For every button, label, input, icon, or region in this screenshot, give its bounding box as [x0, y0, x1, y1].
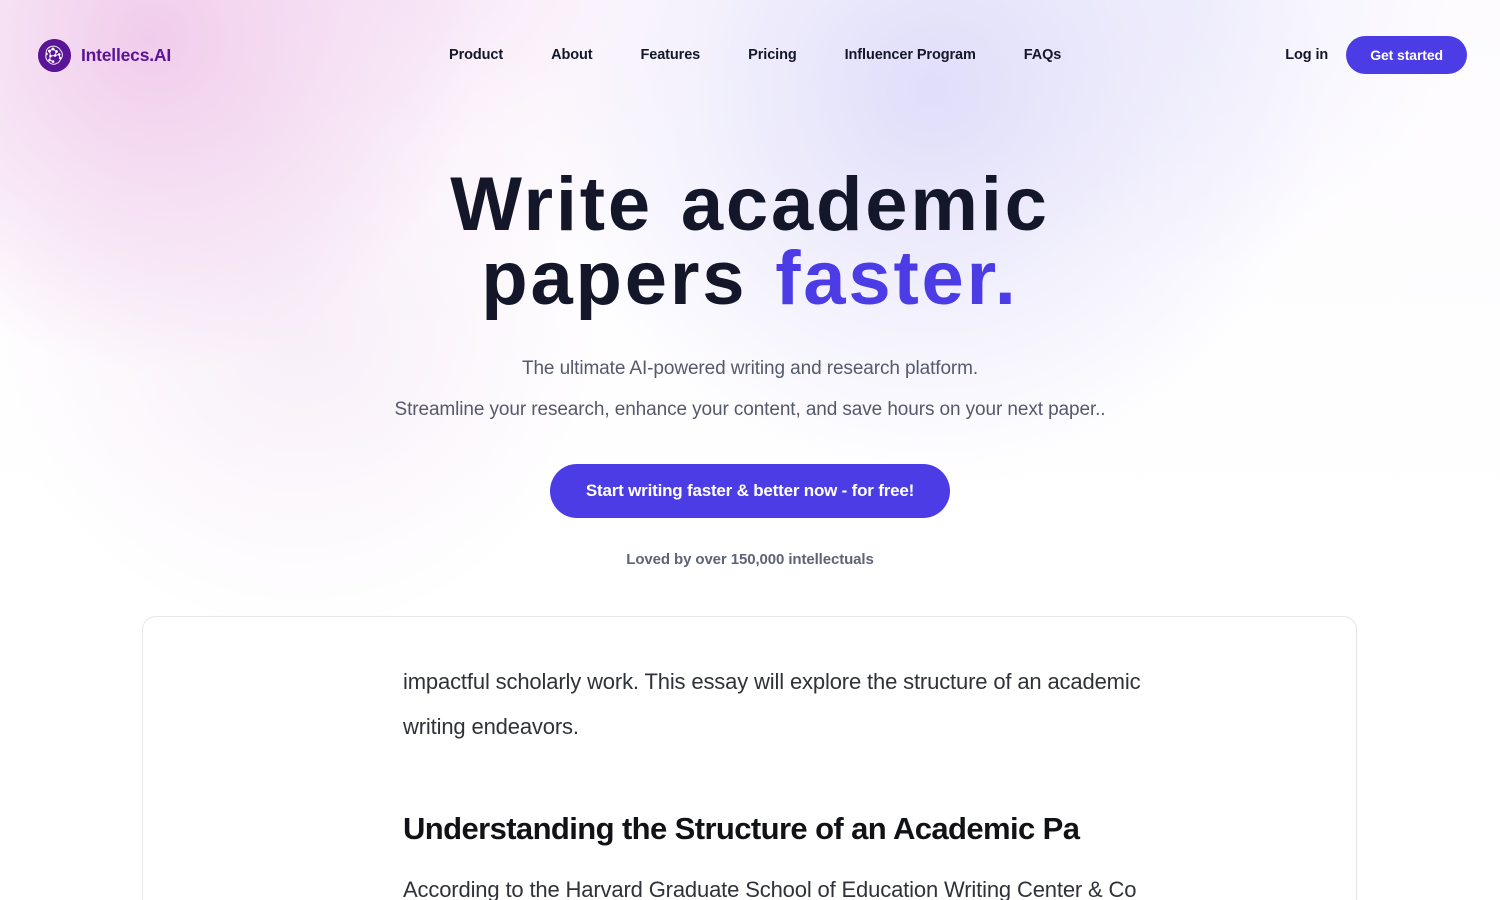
hero-section: Write academic papers faster. The ultima… — [0, 110, 1500, 569]
page-title: Write academic papers faster. — [0, 167, 1500, 317]
nav-item-pricing[interactable]: Pricing — [724, 41, 820, 69]
nav-item-about[interactable]: About — [527, 41, 616, 69]
nav-item-influencer-program[interactable]: Influencer Program — [821, 41, 1000, 69]
hero-subtitle-line-1: The ultimate AI-powered writing and rese… — [521, 358, 979, 379]
nav-item-product[interactable]: Product — [425, 41, 527, 69]
landing-page: Intellecs.AI Product About Features Pric… — [0, 0, 1500, 900]
nav-item-features[interactable]: Features — [617, 41, 725, 69]
site-header: Intellecs.AI Product About Features Pric… — [0, 0, 1500, 110]
doc-paragraph-line-2: writing endeavors. — [403, 714, 579, 739]
hero-title-line-2: papers — [481, 236, 776, 321]
doc-paragraph-line-1: impactful scholarly work. This essay wil… — [403, 669, 1141, 694]
login-link[interactable]: Log in — [1285, 47, 1328, 63]
brand-name: Intellecs.AI — [81, 44, 171, 65]
hero-subtitle-line-2: Streamline your research, enhance your c… — [394, 399, 1106, 420]
start-writing-cta-button[interactable]: Start writing faster & better now - for … — [549, 464, 951, 518]
document-preview-card[interactable]: impactful scholarly work. This essay wil… — [142, 616, 1357, 900]
document-preview-viewport: impactful scholarly work. This essay wil… — [143, 617, 1356, 900]
doc-paragraph-line-3: According to the Harvard Graduate School… — [403, 877, 1137, 900]
document-preview-content: impactful scholarly work. This essay wil… — [403, 659, 1356, 900]
header-actions: Log in Get started — [1285, 36, 1467, 74]
brain-network-icon — [38, 38, 71, 72]
hero-title-accent: faster. — [775, 236, 1019, 321]
brand-logo[interactable]: Intellecs.AI — [38, 38, 171, 72]
nav-item-faqs[interactable]: FAQs — [1000, 41, 1085, 69]
primary-navigation: Product About Features Pricing Influence… — [225, 41, 1285, 69]
doc-section-heading: Understanding the Structure of an Academ… — [403, 811, 1080, 846]
get-started-button[interactable]: Get started — [1346, 36, 1467, 74]
social-proof-text: Loved by over 150,000 intellectuals — [626, 551, 874, 568]
hero-title-line-1: Write academic — [450, 162, 1050, 247]
